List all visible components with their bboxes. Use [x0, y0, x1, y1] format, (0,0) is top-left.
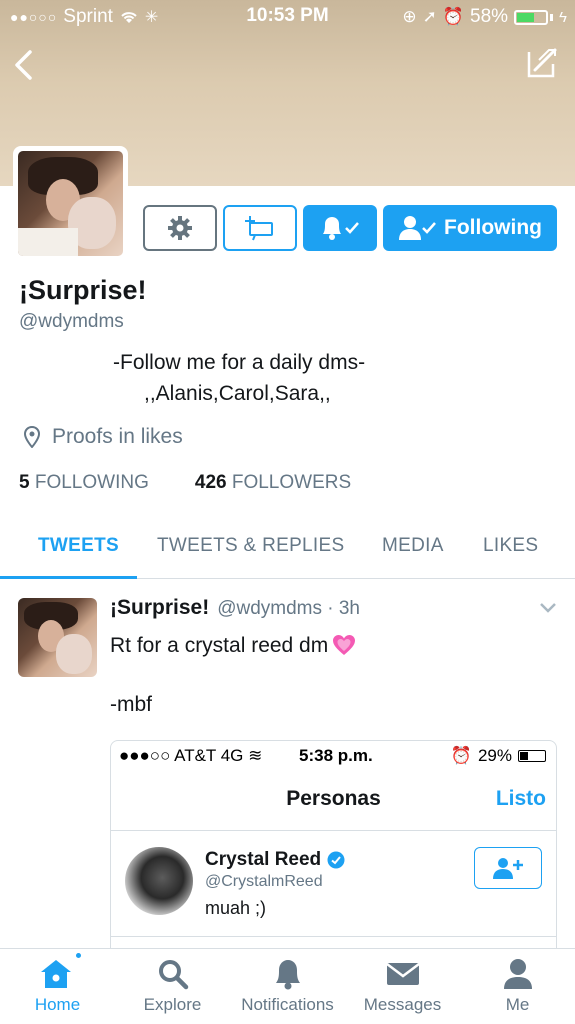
- embed-user-name: Crystal Reed: [205, 849, 322, 870]
- embed-battery-percent: 29%: [477, 746, 512, 765]
- bell-check-icon: [323, 217, 359, 240]
- nav-explore[interactable]: Explore: [115, 957, 230, 1015]
- battery-fill: [517, 12, 535, 22]
- tweet-item[interactable]: ¡Surprise! @wdymdms · 3h Rt for a crysta…: [0, 580, 575, 948]
- location-pin-icon: [24, 426, 40, 448]
- rotation-lock-icon: ⊕: [402, 7, 417, 26]
- tweet-text: Rt for a crystal reed dm: [110, 630, 356, 661]
- followers-count-label: FOLLOWERS: [231, 472, 352, 493]
- home-icon: [40, 960, 71, 988]
- tab-likes[interactable]: LIKES: [483, 535, 538, 557]
- bio-line-1: -Follow me for a daily dms-: [113, 351, 366, 374]
- tweet-body: Rt for a crystal reed dm: [110, 634, 329, 657]
- embed-done-button: Listo: [495, 787, 546, 810]
- embed-alarm-icon: ⏰: [450, 746, 472, 765]
- follow-counts: 5 FOLLOWING 426 FOLLOWERS: [19, 472, 351, 494]
- nav-messages-label: Messages: [363, 995, 442, 1014]
- tab-tweets[interactable]: TWEETS: [38, 535, 119, 557]
- nav-messages[interactable]: Messages: [345, 957, 460, 1015]
- tweet-author-name: ¡Surprise!: [110, 596, 210, 619]
- nav-home[interactable]: Home: [0, 957, 115, 1015]
- sparkling-heart-icon: [333, 635, 356, 655]
- envelope-icon: [385, 963, 420, 985]
- embed-title: Personas: [286, 787, 381, 810]
- profile-bio: -Follow me for a daily dms- ,,Alanis,Car…: [0, 347, 575, 409]
- person-check-icon: [399, 216, 436, 240]
- embed-wifi-icon: ≋: [248, 746, 263, 765]
- embed-carrier: ●●●○○ AT&T 4G ≋: [119, 746, 263, 765]
- status-right-group: ⊕ ➚ ⏰ 58% ϟ: [402, 6, 567, 28]
- embed-user-handle: @CrystalmReed: [205, 873, 323, 890]
- followers-count: 426: [194, 472, 227, 493]
- embed-status-bar: ●●●○○ AT&T 4G ≋ 5:38 p.m. ⏰ 29%: [111, 741, 556, 769]
- tweet-header: ¡Surprise! @wdymdms · 3h: [110, 596, 360, 620]
- tab-tweets-replies[interactable]: TWEETS & REPLIES: [157, 535, 344, 557]
- embed-follow-button: [474, 847, 542, 889]
- bell-icon: [275, 960, 300, 990]
- list-add-icon: [245, 216, 273, 241]
- followers-count-link[interactable]: 426 FOLLOWERS: [195, 472, 351, 494]
- tweet-image[interactable]: ●●●○○ AT&T 4G ≋ 5:38 p.m. ⏰ 29% Personas …: [110, 740, 557, 948]
- following-button[interactable]: Following: [383, 205, 557, 251]
- profile-tabs: TWEETS TWEETS & REPLIES MEDIA LIKES: [0, 520, 575, 579]
- search-icon: [158, 960, 188, 990]
- embed-status-right: ⏰ 29%: [451, 746, 546, 766]
- profile-display-name: ¡Surprise!: [19, 275, 147, 305]
- following-count-label: FOLLOWING: [34, 472, 149, 493]
- notifications-toggle-button[interactable]: [303, 205, 377, 251]
- bio-line-2: ,,Alanis,Carol,Sara,,: [144, 382, 331, 405]
- gear-icon: [168, 216, 192, 240]
- embed-battery-fill: [520, 752, 528, 760]
- nav-explore-label: Explore: [143, 995, 202, 1014]
- embed-nav-bar: Personas Listo: [111, 769, 556, 831]
- embed-user-avatar: [125, 847, 193, 915]
- back-icon[interactable]: [10, 48, 40, 82]
- location-arrow-icon: ➚: [422, 7, 437, 26]
- embed-user-name-group: Crystal Reed: [205, 849, 345, 871]
- alarm-icon: ⏰: [442, 7, 465, 26]
- battery-percent: 58%: [470, 6, 509, 27]
- battery-icon: [514, 9, 549, 25]
- avatar-image: [18, 151, 123, 256]
- add-to-list-button[interactable]: [223, 205, 297, 251]
- following-count-link[interactable]: 5 FOLLOWING: [19, 472, 149, 494]
- charging-bolt-icon: ϟ: [559, 8, 567, 26]
- profile-avatar[interactable]: [13, 146, 128, 261]
- person-add-icon: [493, 858, 523, 879]
- location-text: Proofs in likes: [52, 425, 183, 448]
- profile-location: Proofs in likes: [24, 425, 183, 449]
- embed-battery-icon: [518, 750, 546, 762]
- nav-me[interactable]: Me: [460, 957, 575, 1015]
- tab-media[interactable]: MEDIA: [382, 535, 444, 557]
- compose-tweet-icon[interactable]: [523, 44, 559, 80]
- tweet-signature: -mbf: [110, 693, 152, 716]
- nav-notifications-label: Notifications: [241, 995, 334, 1014]
- nav-notifications[interactable]: Notifications: [230, 957, 345, 1015]
- embed-time: 5:38 p.m.: [299, 746, 373, 765]
- following-button-label: Following: [444, 216, 542, 239]
- embed-user-row: Crystal Reed @CrystalmReed muah ;): [111, 831, 556, 937]
- chevron-down-icon[interactable]: [539, 602, 557, 614]
- verified-badge-icon: [327, 851, 345, 869]
- tweet-meta: @wdymdms · 3h: [217, 598, 361, 619]
- status-bar: ●●○○○ Sprint ✳ 10:53 PM ⊕ ➚ ⏰ 58% ϟ: [0, 0, 575, 34]
- nav-me-label: Me: [505, 995, 530, 1014]
- home-new-content-dot: [74, 951, 83, 960]
- settings-button[interactable]: [143, 205, 217, 251]
- bottom-tab-bar: Home Explore Notifications Messages Me: [0, 948, 575, 1024]
- nav-home-label: Home: [34, 995, 81, 1014]
- tweet-avatar[interactable]: [18, 598, 97, 677]
- active-tab-indicator: [0, 576, 137, 579]
- person-icon: [503, 959, 532, 989]
- profile-handle: @wdymdms: [19, 311, 124, 332]
- battery-nub: [550, 13, 554, 21]
- following-count: 5: [19, 472, 30, 493]
- embed-user-bio: muah ;): [205, 898, 267, 918]
